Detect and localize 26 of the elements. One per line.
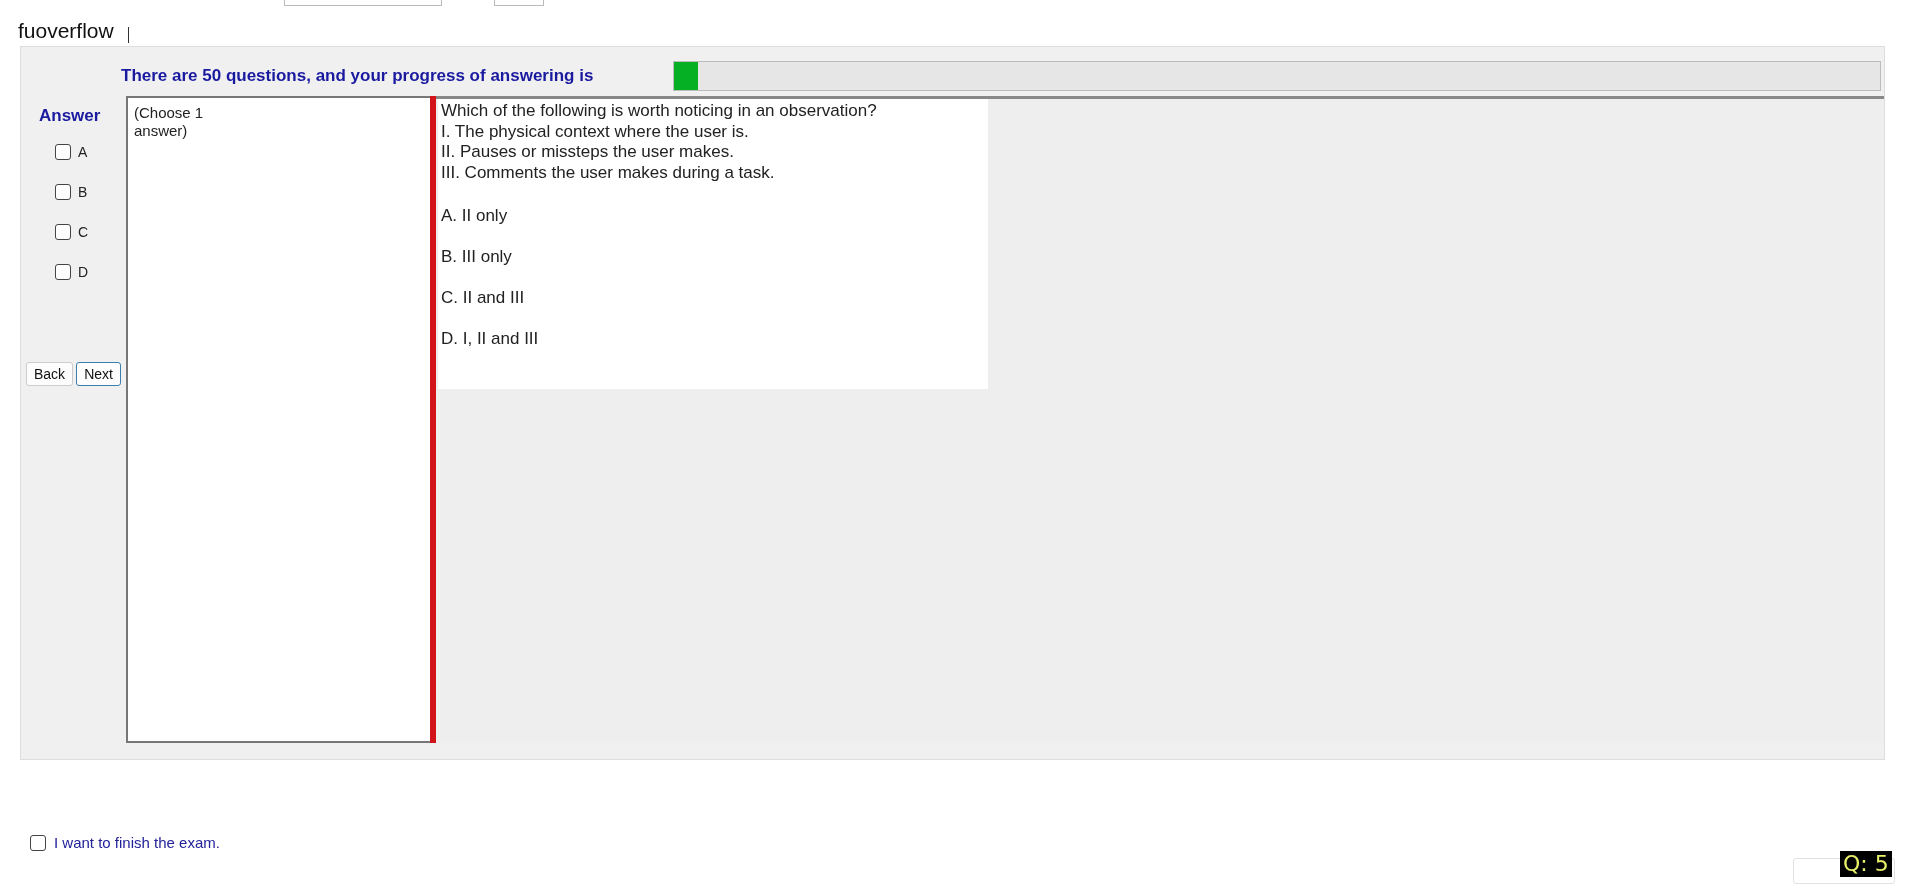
question-text: III. Comments the user makes during a task.	[441, 162, 776, 183]
answer-title: Answer	[39, 106, 101, 126]
checkbox[interactable]	[55, 224, 71, 240]
question-text: Which of the following is worth noticing in an observation?	[441, 101, 878, 122]
choice-text: B. III only	[441, 246, 513, 268]
checkbox[interactable]	[55, 144, 71, 160]
question-text: II. Pauses or missteps the user makes.	[441, 142, 735, 163]
option-label: B	[78, 184, 88, 200]
checkbox[interactable]	[55, 264, 71, 280]
nav-button[interactable]: Back	[26, 362, 74, 386]
choice-text: C. II and III	[441, 287, 526, 309]
app-name: fuoverflow	[18, 19, 114, 43]
nav-button[interactable]: Next	[76, 362, 121, 386]
progress-label: There are 50 questions, and your progress of answering is	[121, 66, 595, 86]
text-cursor	[127, 27, 129, 43]
finish-label: I want to finish the exam.	[54, 834, 220, 851]
option-label: D	[78, 264, 89, 280]
choice-text: D. I, II and III	[441, 328, 540, 350]
instruction-text: (Choose 1 answer)	[134, 104, 205, 140]
option-label: A	[78, 144, 88, 160]
checkbox[interactable]	[55, 184, 71, 200]
question-badge: Q: 5	[1840, 851, 1892, 877]
option-label: C	[78, 224, 89, 240]
checkbox[interactable]	[30, 834, 46, 851]
question-text: I. The physical context where the user is.	[441, 121, 750, 142]
choice-text: A. II only	[441, 205, 509, 227]
